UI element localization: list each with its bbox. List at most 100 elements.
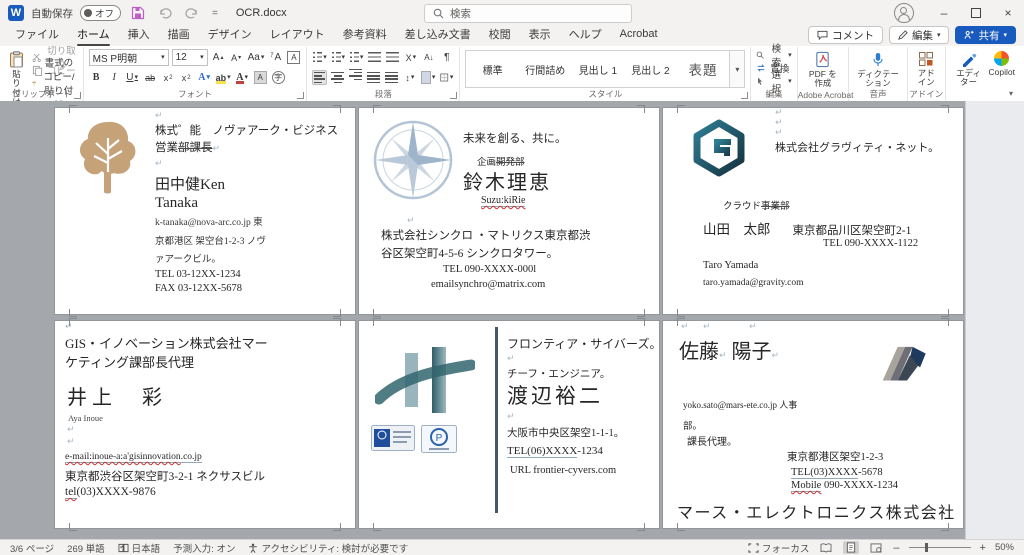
align-right-button[interactable] xyxy=(348,69,363,85)
line-spacing-button[interactable]: ↕ ▾ xyxy=(402,70,417,85)
text-prediction-indicator[interactable]: 予測入力: オン xyxy=(173,541,235,555)
borders-button[interactable]: ▾ xyxy=(439,70,454,85)
word-app-icon[interactable]: W xyxy=(8,5,24,21)
close-button[interactable]: × xyxy=(992,0,1024,26)
account-avatar[interactable] xyxy=(894,3,914,23)
print-layout-button[interactable] xyxy=(843,541,860,554)
strikethrough-button[interactable]: ab xyxy=(143,70,158,85)
phonetic-guide-button[interactable]: ｱA xyxy=(268,50,283,65)
editor-button[interactable]: エディター xyxy=(951,49,987,88)
maximize-button[interactable] xyxy=(960,0,992,26)
autosave-toggle[interactable]: オフ xyxy=(80,5,122,21)
page-indicator[interactable]: 3/6 ページ xyxy=(10,541,54,555)
business-card-page-4[interactable]: ↵ GIS・イノベーション株式会社マー ケティング課部長代理 井上 彩 Aya … xyxy=(55,318,355,531)
tab-acrobat[interactable]: Acrobat xyxy=(611,24,667,46)
underline-button[interactable]: U ▾ xyxy=(125,70,140,85)
enclose-characters-button[interactable]: A xyxy=(286,50,301,65)
font-name-combo[interactable]: MS P明朝 ▾ xyxy=(88,49,169,66)
search-box[interactable]: 検索 xyxy=(424,4,632,23)
business-card-page-5[interactable]: P フロンティア・サイバーズ。 ↵ チーフ・エンジニア。 渡辺裕二 ↵ 大阪市中… xyxy=(359,318,661,531)
enclose-character-button[interactable]: 字 xyxy=(271,70,286,85)
styles-gallery-more-button[interactable]: ▾ xyxy=(729,51,745,87)
style-heading2[interactable]: 見出し 2 xyxy=(624,51,677,87)
paragraph-dialog-launcher[interactable] xyxy=(450,92,458,99)
sort-button[interactable]: A↓ xyxy=(421,50,436,65)
business-card-page-1[interactable]: ↵ 株式゜能 ノヴァアーク・ビジネス 営業部課長↵ ↵ 田中健Ken Tanak… xyxy=(55,105,355,317)
zoom-in-button[interactable]: + xyxy=(980,542,986,554)
font-color-button[interactable]: A ▾ xyxy=(235,70,250,85)
subscript-button[interactable]: x2 xyxy=(161,70,176,85)
word-count[interactable]: 269 単語 xyxy=(67,541,105,555)
chevron-down-icon: ▾ xyxy=(227,74,231,81)
style-no-spacing[interactable]: 行間詰め xyxy=(519,51,572,87)
italic-button[interactable]: I xyxy=(107,70,122,85)
align-left-button[interactable] xyxy=(312,70,328,85)
read-mode-button[interactable] xyxy=(818,541,834,554)
justify-button[interactable] xyxy=(366,70,381,85)
font-size-combo[interactable]: 12 ▾ xyxy=(171,49,208,66)
bold-button[interactable]: B xyxy=(89,70,104,85)
editing-mode-button[interactable]: 編集 ▾ xyxy=(888,26,950,44)
tab-help[interactable]: ヘルプ xyxy=(560,24,611,46)
tab-review[interactable]: 校閲 xyxy=(480,24,520,46)
addins-button[interactable]: アドイン xyxy=(913,49,939,88)
tab-insert[interactable]: 挿入 xyxy=(119,24,159,46)
business-card-page-3[interactable]: ↵ ↵ ↵ 株式会社グラヴィティ・ネット。 クラウド事業部 山田 太郎 東京都品川区架… xyxy=(663,105,963,317)
tab-draw[interactable]: 描画 xyxy=(159,24,199,46)
focus-mode-button[interactable]: フォーカス xyxy=(748,541,809,555)
minimize-button[interactable]: – xyxy=(928,0,960,26)
undo-button[interactable] xyxy=(155,5,175,21)
share-button[interactable]: 共有 ▾ xyxy=(955,26,1016,44)
qat-more-button[interactable]: = xyxy=(209,6,221,21)
numbering-button[interactable]: ▾ xyxy=(331,50,346,65)
superscript-button[interactable]: x2 xyxy=(179,70,194,85)
increase-indent-button[interactable] xyxy=(385,50,400,65)
text-effects-button[interactable]: A ▾ xyxy=(197,70,212,85)
business-card-page-2[interactable]: 未来を創る、共に。 企画開発部 鈴木理恵 Suzu:kiRie ↵ 株式会社シン… xyxy=(359,105,659,317)
style-normal[interactable]: 標準 xyxy=(466,51,519,87)
find-button[interactable]: 検索 ▾ xyxy=(756,44,792,69)
show-marks-button[interactable]: ¶ xyxy=(439,50,454,65)
asian-layout-button[interactable]: X ▾ xyxy=(403,50,418,65)
tab-references[interactable]: 参考資料 xyxy=(334,24,396,46)
styles-dialog-launcher[interactable] xyxy=(741,92,749,99)
collapse-ribbon-button[interactable]: ▾ xyxy=(1003,88,1019,99)
highlight-color-button[interactable]: ab ▾ xyxy=(215,70,232,85)
change-case-button[interactable]: Aa ▾ xyxy=(247,50,266,65)
distribute-button[interactable] xyxy=(384,70,399,85)
clipboard-dialog-launcher[interactable] xyxy=(73,92,81,99)
create-pdf-button[interactable]: PDF を作成 xyxy=(803,49,843,89)
decrease-indent-button[interactable] xyxy=(367,50,382,65)
align-center-button[interactable] xyxy=(330,70,345,85)
copilot-button[interactable]: Copilot xyxy=(987,49,1017,88)
tab-mailings[interactable]: 差し込み文書 xyxy=(396,24,480,46)
select-icon xyxy=(758,77,763,85)
font-dialog-launcher[interactable] xyxy=(297,92,305,99)
save-button[interactable] xyxy=(128,4,148,22)
zoom-slider[interactable] xyxy=(908,543,971,552)
business-card-page-6[interactable]: ↵ ↵ ↵ 佐藤↵ 陽子↵ yoko.sato@mars-ete.co.jp 人… xyxy=(663,318,963,531)
multilevel-list-button[interactable]: ▾ xyxy=(349,50,364,65)
redo-button[interactable] xyxy=(182,5,202,21)
shading-button[interactable]: ▾ xyxy=(420,70,436,85)
style-heading1[interactable]: 見出し 1 xyxy=(572,51,625,87)
web-layout-button[interactable] xyxy=(868,541,884,554)
accessibility-indicator[interactable]: アクセシビリティ: 検討が必要です xyxy=(248,541,408,555)
bullets-button[interactable]: ▾ xyxy=(312,50,327,65)
select-button[interactable]: 選択 ▾ xyxy=(756,70,792,95)
tab-layout[interactable]: レイアウト xyxy=(261,24,334,46)
zoom-out-button[interactable]: – xyxy=(893,542,899,554)
tab-design[interactable]: デザイン xyxy=(199,24,261,46)
zoom-level[interactable]: 50% xyxy=(995,542,1014,553)
card3-dept-strike: 事業部 xyxy=(761,202,790,212)
tab-view[interactable]: 表示 xyxy=(520,24,560,46)
zoom-slider-thumb[interactable] xyxy=(924,543,928,552)
language-indicator[interactable]: 日本語 xyxy=(118,541,160,555)
dictation-button[interactable]: ディクテーション xyxy=(854,49,902,89)
card6-tel: TEL(03)XXXX-5678 xyxy=(791,467,883,479)
comments-button[interactable]: コメント xyxy=(807,26,883,44)
shrink-font-button[interactable]: A ▾ xyxy=(229,50,244,65)
character-shading-button[interactable]: A xyxy=(253,70,268,85)
grow-font-button[interactable]: A ▴ xyxy=(211,50,226,65)
style-title[interactable]: 表題 xyxy=(677,51,730,87)
